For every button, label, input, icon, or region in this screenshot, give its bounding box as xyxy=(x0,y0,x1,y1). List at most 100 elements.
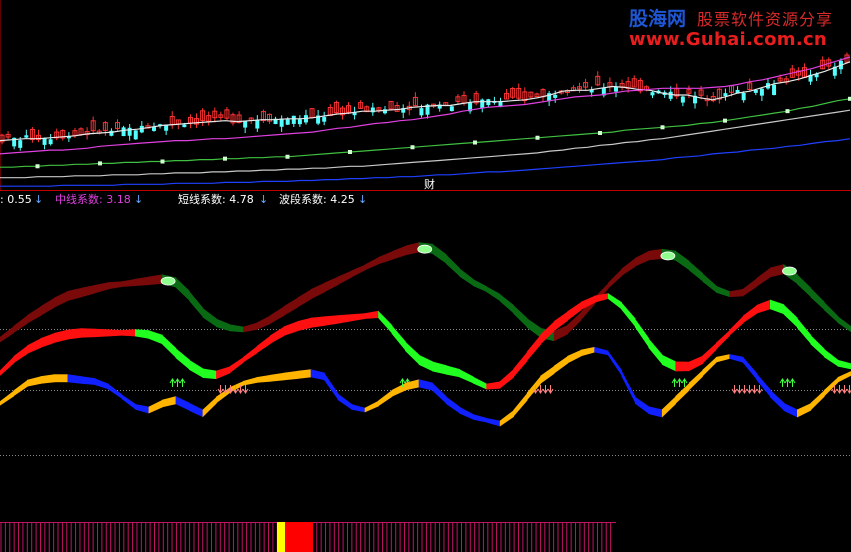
oscillator-ribbon-segment xyxy=(824,348,839,367)
oscillator-ribbon-segment xyxy=(202,396,217,418)
oscillator-ribbon-segment xyxy=(675,382,690,404)
legend-value-1: : 0.55 xyxy=(0,193,32,206)
oscillator-ribbon-segment xyxy=(189,402,204,418)
oscillator-ribbon-segment xyxy=(54,291,69,308)
oscillator-ribbon-segment xyxy=(770,389,785,411)
oscillator-ribbon-segment xyxy=(661,396,676,418)
oscillator-ribbon-segment xyxy=(67,287,82,301)
oscillator-ribbon-segment xyxy=(742,305,757,324)
legend-arrow-2: ↓ xyxy=(134,193,144,206)
oscillator-ribbon-segment xyxy=(135,329,150,339)
oscillator-ribbon-segment xyxy=(540,365,555,384)
oscillator-ribbon-segment xyxy=(472,414,487,423)
oscillator-ribbon-segment xyxy=(837,359,851,370)
oscillator-ribbon-segment xyxy=(0,356,15,376)
oscillator-ribbon-segment xyxy=(526,334,541,362)
oscillator-ribbon-segment xyxy=(13,315,28,333)
signal-marker xyxy=(676,378,683,387)
oscillator-ribbon-segment xyxy=(553,356,568,374)
signal-marker xyxy=(736,385,743,394)
ma-marker xyxy=(35,164,40,169)
oscillator-ribbon-segment xyxy=(94,328,109,338)
candle-body xyxy=(297,119,302,125)
peak-marker xyxy=(782,266,797,276)
oscillator-ribbon-segment xyxy=(40,374,55,384)
oscillator-ribbon-segment xyxy=(270,306,285,324)
ma-marker xyxy=(660,125,665,130)
oscillator-ribbon-segment xyxy=(742,278,757,297)
oscillator-ribbon-segment xyxy=(216,366,231,380)
oscillator-ribbon-segment xyxy=(256,374,271,383)
oscillator-ribbon-segment xyxy=(797,274,812,298)
oscillator-ribbon-segment xyxy=(607,350,622,377)
oscillator-ribbon-segment xyxy=(472,279,487,292)
oscillator-ribbon-segment xyxy=(405,242,420,256)
oscillator-ribbon-segment xyxy=(634,250,649,267)
oscillator-ribbon-segment xyxy=(54,329,69,343)
oscillator-ribbon-segment xyxy=(121,329,136,337)
oscillator-ribbon-segment xyxy=(108,281,123,290)
oscillator-ribbon-segment xyxy=(621,258,636,276)
oscillator-ribbon-segment xyxy=(40,333,55,348)
oscillator-ribbon-segment xyxy=(432,243,447,264)
oscillator-ribbon-segment xyxy=(783,304,798,328)
oscillator-ribbon-segment xyxy=(216,318,231,332)
oscillator-ribbon-segment xyxy=(256,335,271,354)
candle-body xyxy=(42,138,47,145)
oscillator-ribbon-segment xyxy=(337,393,352,410)
signal-marker xyxy=(784,378,791,387)
signal-marker xyxy=(836,385,843,394)
oscillator-ribbon-segment xyxy=(378,251,393,265)
signal-marker xyxy=(169,378,176,387)
oscillator-ribbon-segment xyxy=(135,276,150,286)
candle-body xyxy=(121,127,126,137)
signal-marker xyxy=(756,385,763,394)
oscillator-ribbon-segment xyxy=(432,382,447,404)
candle-body xyxy=(613,86,618,92)
oscillator-ribbon-segment xyxy=(486,381,501,390)
oscillator-ribbon-segment xyxy=(297,369,312,379)
oscillator-ribbon-segment xyxy=(40,297,55,316)
candle-body xyxy=(680,96,685,103)
oscillator-ribbon-segment xyxy=(405,341,420,365)
oscillator-ribbon-segment xyxy=(229,357,244,374)
oscillator-ribbon-segment xyxy=(702,273,717,293)
oscillator-ribbon-segment xyxy=(351,404,366,413)
oscillator-ribbon-segment xyxy=(756,373,771,398)
signal-marker xyxy=(242,385,249,394)
signal-marker xyxy=(789,378,796,387)
oscillator-ribbon-segment xyxy=(634,318,649,348)
oscillator-ribbon-segment xyxy=(324,372,339,400)
oscillator-ribbon-segment xyxy=(675,250,690,271)
peak-marker xyxy=(660,251,676,261)
candle-body xyxy=(419,108,424,116)
candle-body xyxy=(182,124,187,128)
oscillator-ribbon-segment xyxy=(648,248,663,261)
legend-value-short: 短线系数: 4.78 xyxy=(178,193,254,206)
oscillator-ribbon-segment xyxy=(824,301,839,323)
oscillator-ribbon-segment xyxy=(783,402,798,418)
oscillator-ribbon-segment xyxy=(13,345,28,364)
candle-body xyxy=(291,115,296,124)
candle-body xyxy=(24,135,29,138)
oscillator-ribbon-segment xyxy=(67,328,82,340)
candle-body xyxy=(133,130,138,140)
ma-marker xyxy=(535,135,540,140)
oscillator-ribbon-segment xyxy=(378,390,393,407)
oscillator-ribbon-segment xyxy=(445,396,460,414)
oscillator-ribbon-segment xyxy=(27,306,42,324)
oscillator-ribbon-segment xyxy=(148,399,163,414)
oscillator-ribbon-segment xyxy=(729,354,744,363)
oscillator-ribbon-segment xyxy=(162,396,177,408)
candle-body xyxy=(243,121,248,128)
oscillator-ribbon-segment xyxy=(567,349,582,364)
candle-body xyxy=(127,127,132,136)
oscillator-ribbon-segment xyxy=(202,308,217,327)
oscillator-ribbon-segment xyxy=(499,410,514,427)
oscillator-ribbon-segment xyxy=(94,378,109,390)
oscillator-ribbon-segment xyxy=(351,313,366,322)
candle-body xyxy=(322,117,327,122)
oscillator-ribbon-segment xyxy=(108,329,123,337)
oscillator-ribbon-segment xyxy=(256,315,271,330)
oscillator-ribbon-segment xyxy=(364,400,379,413)
